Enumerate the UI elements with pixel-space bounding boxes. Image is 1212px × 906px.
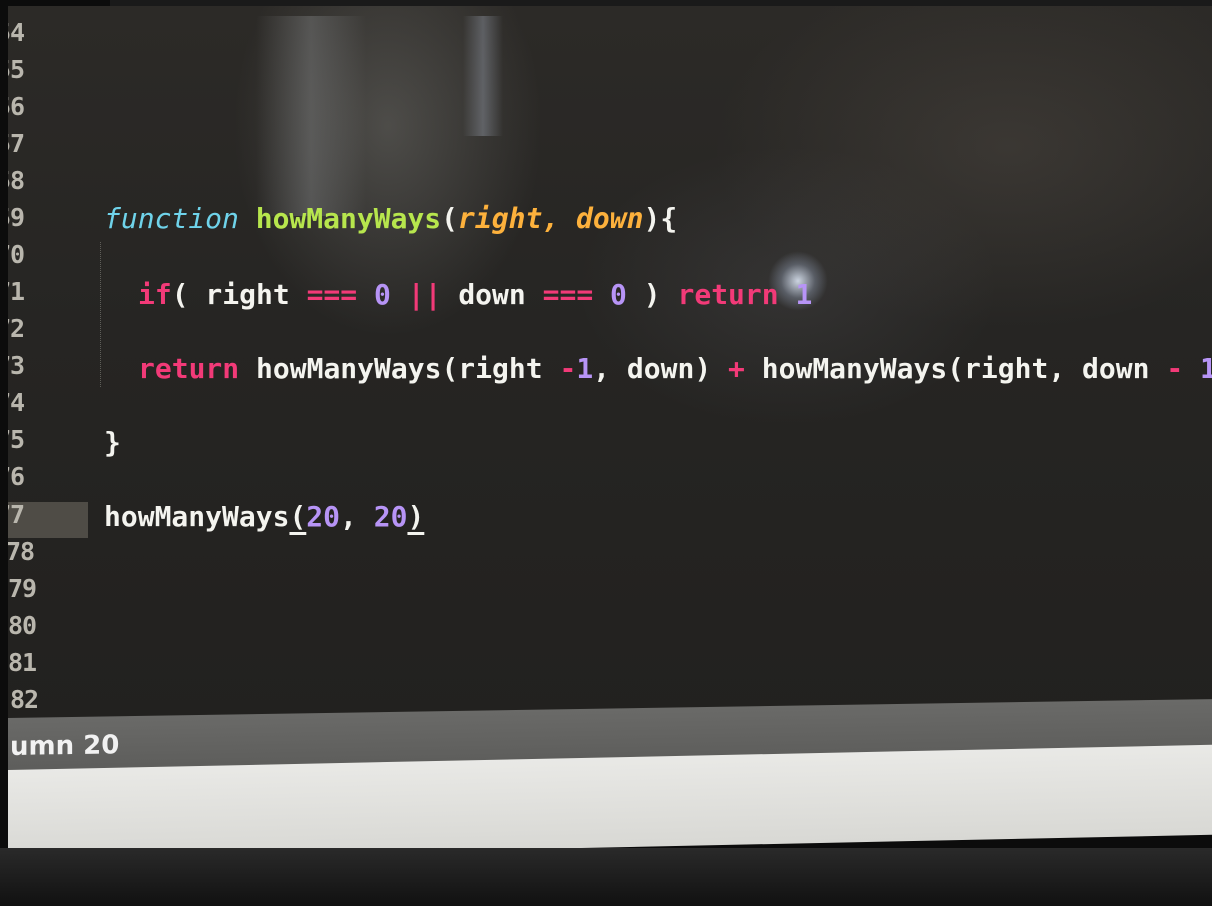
line-number: 55	[8, 55, 25, 84]
keyword-return: return	[138, 352, 240, 385]
photo-frame: 54 55 56 57 58 59 70 71 72 73 74 75 76 7…	[0, 0, 1212, 906]
code-text: ( right	[171, 278, 307, 311]
desk-edge	[0, 848, 1212, 906]
line-number: 76	[8, 462, 25, 491]
code-line-if[interactable]: if( right === 0 || down === 0 ) return 1	[138, 278, 812, 311]
paren-open: (	[441, 202, 459, 235]
keyword-if: if	[138, 278, 172, 311]
number-literal: 0	[374, 278, 391, 311]
line-number: 70	[8, 240, 25, 269]
line-number: 78	[8, 537, 35, 566]
operator-strict-equal: ===	[542, 278, 594, 311]
function-call-name: howManyWays	[104, 500, 290, 533]
code-line-closing-brace[interactable]: }	[104, 426, 121, 459]
operator-plus: +	[728, 352, 745, 385]
line-number: 59	[8, 203, 25, 232]
code-line-call[interactable]: howManyWays(20, 20)	[104, 500, 424, 533]
line-number: 75	[8, 425, 25, 454]
number-literal: 1	[1200, 352, 1212, 385]
code-text: )	[643, 278, 678, 311]
paren-open-matched: (	[289, 500, 307, 533]
status-cursor-position: umn 20	[10, 730, 120, 762]
code-editor[interactable]: 54 55 56 57 58 59 70 71 72 73 74 75 76 7…	[8, 6, 1212, 726]
param-separator: ,	[542, 202, 577, 235]
operator-minus: -	[559, 352, 577, 385]
line-number: 80	[8, 611, 37, 640]
number-literal: 20	[306, 500, 341, 533]
line-number: 72	[8, 314, 25, 343]
operator-minus: -	[1166, 352, 1184, 385]
number-literal: 20	[373, 500, 408, 533]
line-number: 82	[10, 685, 39, 714]
line-number-current: 77	[8, 500, 25, 529]
code-line-return[interactable]: return howManyWays(right -1, down) + how…	[138, 352, 1212, 385]
screen-glare	[256, 16, 366, 216]
operator-strict-equal: ===	[306, 278, 358, 311]
line-number: 79	[8, 574, 37, 603]
code-line-function-declaration[interactable]: function howManyWays(right, down){	[104, 202, 677, 235]
number-literal: 0	[610, 278, 627, 311]
line-number: 56	[8, 92, 25, 121]
code-text: howManyWays(right	[256, 352, 560, 385]
line-number-gutter: 54 55 56 57 58 59 70 71 72 73 74 75 76 7…	[8, 6, 68, 726]
param-down: down	[576, 202, 644, 235]
line-number: 74	[8, 388, 25, 417]
code-text: howManyWays(right, down	[744, 352, 1167, 385]
line-number: 71	[8, 277, 25, 306]
paren-close-brace: ){	[643, 202, 678, 235]
code-text: down	[458, 278, 543, 311]
number-literal: 1	[576, 352, 594, 385]
line-number: 73	[8, 351, 25, 380]
line-number: 57	[8, 129, 25, 158]
paren-close-matched: )	[407, 500, 425, 533]
keyword-function: function	[104, 202, 239, 235]
line-number: 81	[8, 648, 37, 677]
line-number: 54	[8, 18, 25, 47]
line-number: 58	[8, 166, 25, 195]
number-literal: 1	[795, 278, 813, 311]
screen-glare	[463, 16, 503, 136]
code-text: , down)	[593, 352, 729, 385]
keyword-return: return	[677, 278, 779, 311]
param-right: right	[458, 202, 543, 235]
function-name: howManyWays	[255, 202, 442, 235]
indent-guide	[100, 242, 102, 387]
operator-or: ||	[407, 278, 442, 311]
arg-separator: ,	[340, 500, 374, 533]
